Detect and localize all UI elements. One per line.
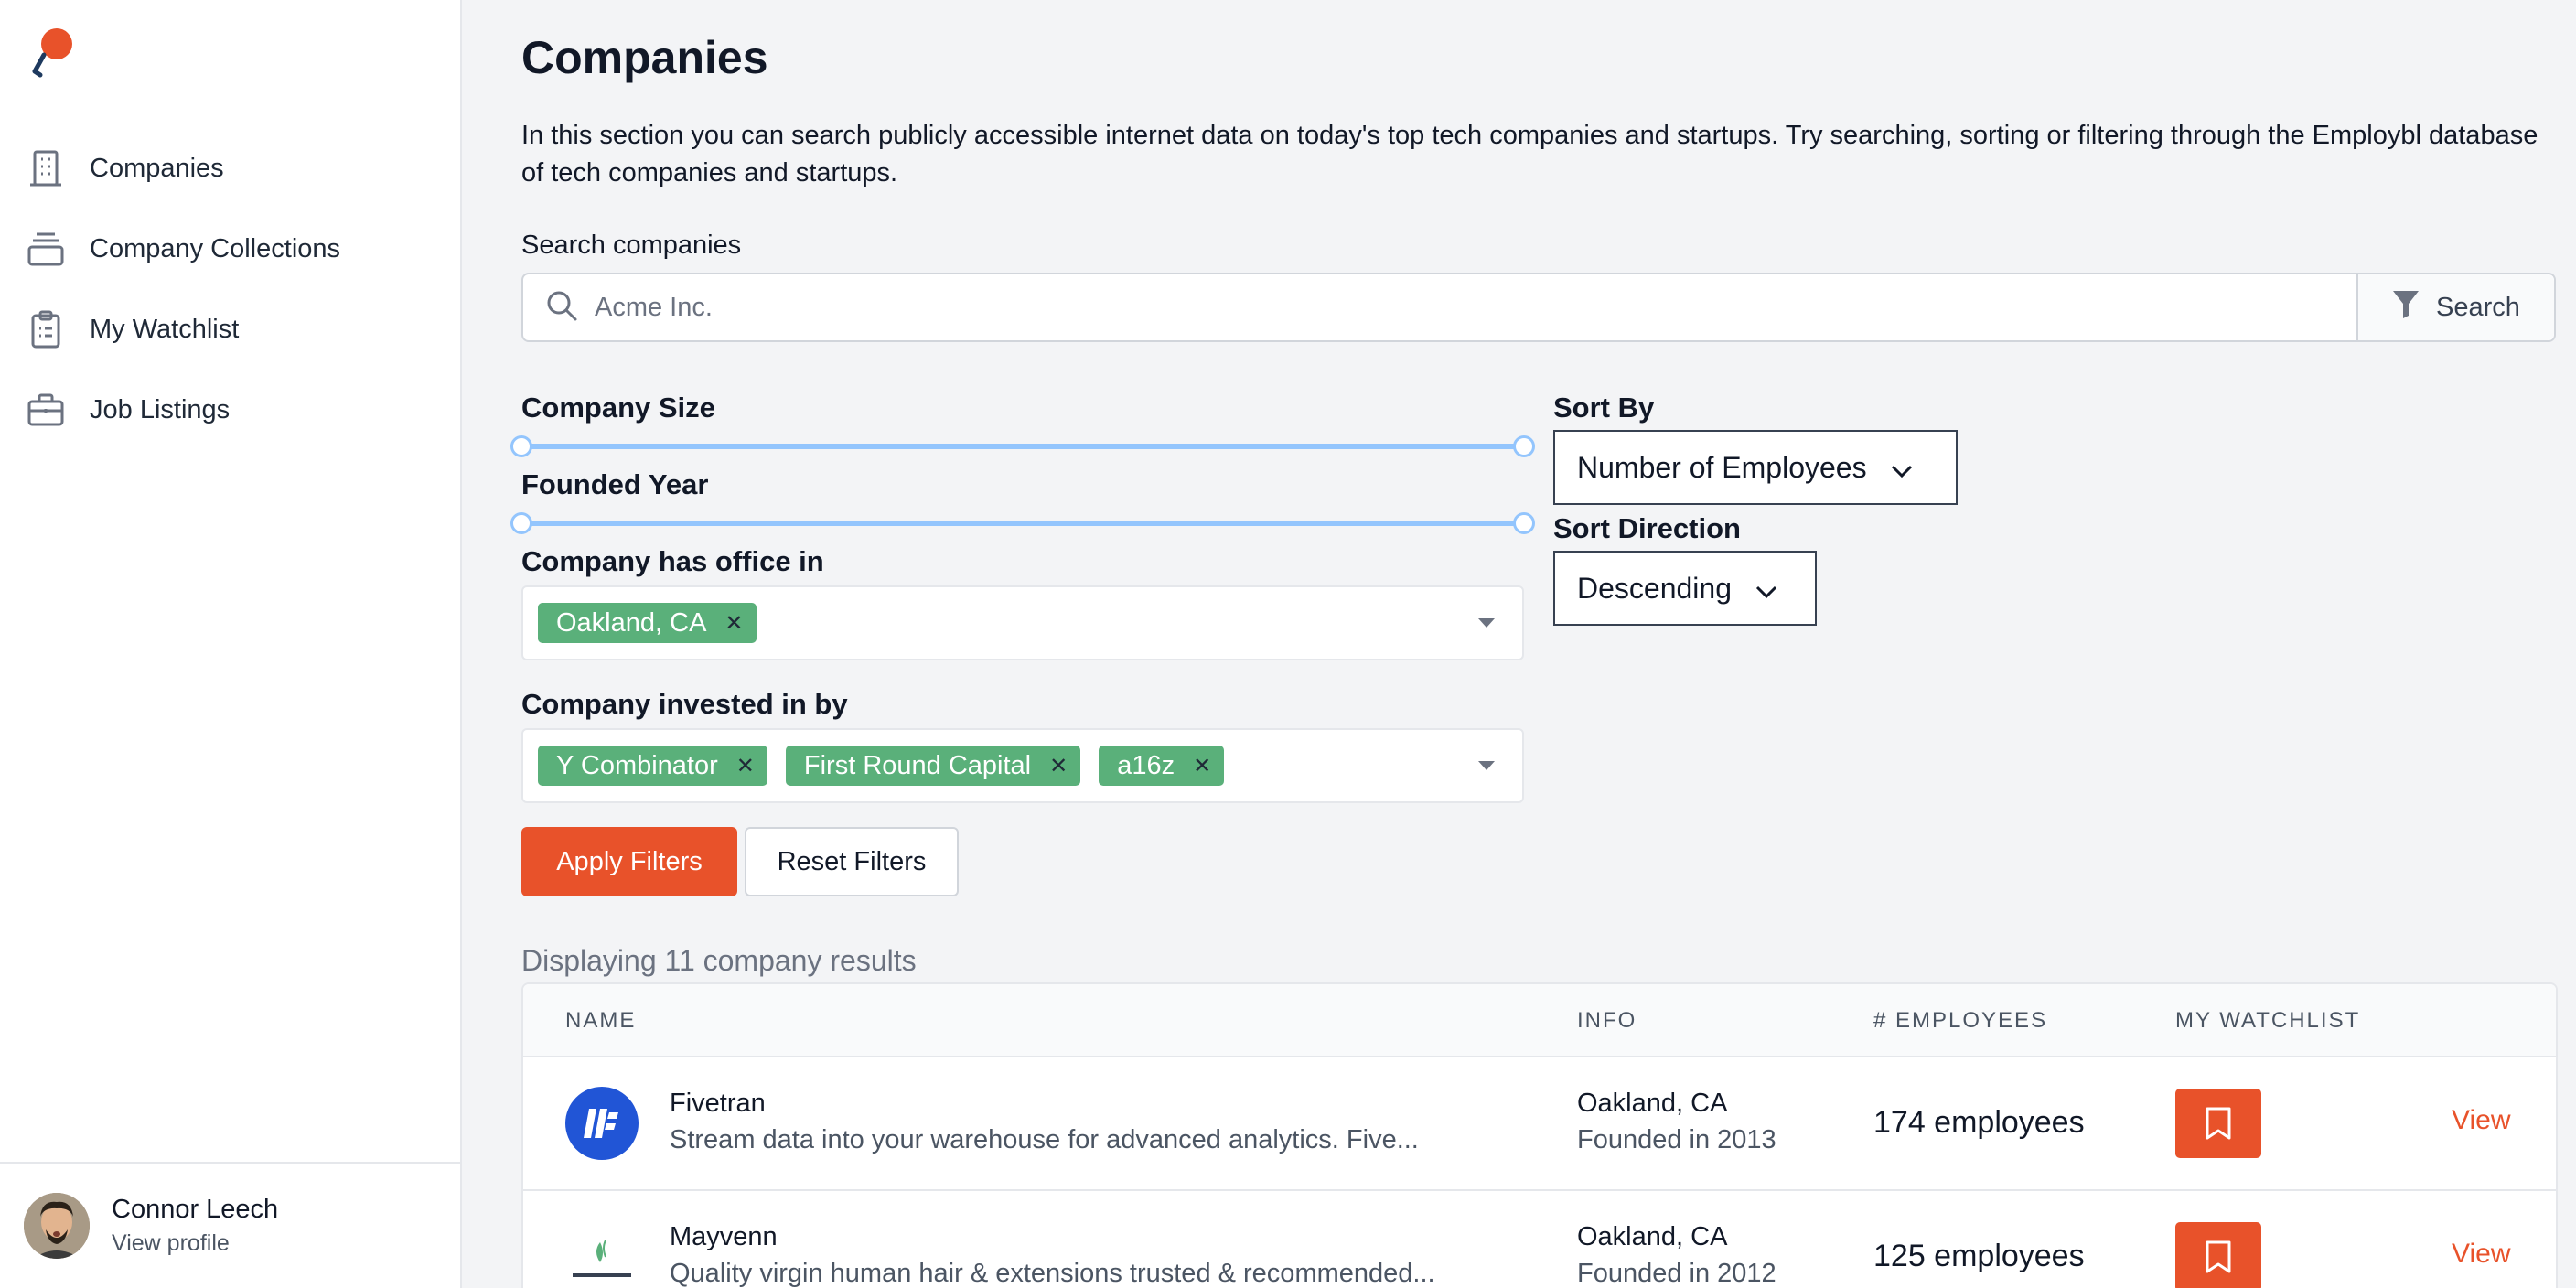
clipboard-icon: [27, 309, 64, 349]
slider-max-handle[interactable]: [1513, 435, 1535, 457]
avatar: [24, 1193, 90, 1259]
chip-label: Y Combinator: [556, 750, 718, 780]
company-location: Oakland, CA: [1577, 1089, 1728, 1118]
sort-by-value: Number of Employees: [1577, 450, 1867, 484]
employee-count: 174 employees: [1873, 1105, 2085, 1140]
sidebar-item-label: Job Listings: [90, 394, 231, 424]
bookmark-icon: [2206, 1107, 2231, 1140]
dropdown-caret-icon[interactable]: [1478, 618, 1495, 628]
sidebar-item-job-listings[interactable]: Job Listings: [0, 370, 462, 450]
sidebar-nav: Companies Company Collections My Watchli…: [0, 128, 462, 450]
add-to-watchlist-button[interactable]: [2175, 1222, 2261, 1288]
sidebar: Companies Company Collections My Watchli…: [0, 0, 462, 1288]
search-bar: Search: [521, 273, 2556, 342]
add-to-watchlist-button[interactable]: [2175, 1089, 2261, 1158]
slider-min-handle[interactable]: [510, 435, 532, 457]
investor-chip: Y Combinator ✕: [538, 746, 767, 786]
view-company-link[interactable]: View: [2452, 1239, 2510, 1270]
company-name[interactable]: Mayvenn: [670, 1222, 778, 1252]
remove-chip-icon[interactable]: ✕: [736, 753, 755, 779]
table-row: Mayvenn Quality virgin human hair & exte…: [523, 1191, 2556, 1288]
table-header: NAME INFO # EMPLOYEES MY WATCHLIST: [523, 984, 2556, 1057]
chevron-down-icon: [1755, 572, 1777, 606]
search-icon: [545, 289, 578, 327]
chip-label: First Round Capital: [803, 750, 1032, 780]
page-title: Companies: [521, 32, 768, 83]
dropdown-caret-icon[interactable]: [1478, 761, 1495, 770]
sort-direction-value: Descending: [1577, 571, 1732, 605]
apply-filters-button[interactable]: Apply Filters: [521, 827, 737, 896]
sidebar-item-label: Company Collections: [90, 233, 341, 263]
remove-chip-icon[interactable]: ✕: [724, 610, 743, 637]
building-icon: [27, 148, 64, 188]
sort-direction-select[interactable]: Descending: [1553, 551, 1817, 626]
chip-label: Oakland, CA: [556, 607, 707, 638]
slider-track: [521, 521, 1524, 526]
collection-icon: [27, 229, 64, 269]
view-company-link[interactable]: View: [2452, 1105, 2510, 1136]
search-label: Search companies: [521, 231, 742, 260]
slider-min-handle[interactable]: [510, 512, 532, 534]
bookmark-icon: [2206, 1240, 2231, 1273]
filter-icon: [2392, 289, 2420, 326]
company-name[interactable]: Fivetran: [670, 1089, 766, 1119]
intro-text: In this section you can search publicly …: [521, 121, 2538, 188]
office-chip: Oakland, CA ✕: [538, 603, 757, 643]
results-count: Displaying 11 company results: [521, 944, 917, 977]
sidebar-item-company-collections[interactable]: Company Collections: [0, 209, 462, 289]
company-logo: [565, 1220, 639, 1288]
employee-count: 125 employees: [1873, 1239, 2085, 1273]
sort-by-select[interactable]: Number of Employees: [1553, 430, 1958, 505]
company-logo: [565, 1087, 639, 1160]
investors-select[interactable]: Y Combinator ✕ First Round Capital ✕ a16…: [521, 728, 1524, 803]
office-location-label: Company has office in: [521, 545, 824, 577]
briefcase-icon: [27, 390, 64, 430]
column-header-info: INFO: [1577, 1008, 1637, 1033]
slider-max-handle[interactable]: [1513, 512, 1535, 534]
view-profile-link[interactable]: View profile: [112, 1230, 278, 1257]
chip-label: a16z: [1117, 750, 1175, 780]
search-button-label: Search: [2436, 292, 2520, 322]
investor-chip: a16z ✕: [1099, 746, 1225, 786]
investor-chip: First Round Capital ✕: [785, 746, 1081, 786]
chevron-down-icon: [1891, 451, 1913, 485]
column-header-watchlist: MY WATCHLIST: [2175, 1008, 2361, 1033]
reset-filters-button[interactable]: Reset Filters: [745, 827, 959, 896]
remove-chip-icon[interactable]: ✕: [1193, 753, 1211, 779]
column-header-employees: # EMPLOYEES: [1873, 1008, 2048, 1033]
company-founded: Founded in 2012: [1577, 1259, 1776, 1288]
table-row: Fivetran Stream data into your warehouse…: [523, 1057, 2556, 1191]
company-size-label: Company Size: [521, 392, 715, 424]
remove-chip-icon[interactable]: ✕: [1049, 753, 1068, 779]
sidebar-item-label: My Watchlist: [90, 314, 240, 344]
sort-by-label: Sort By: [1553, 392, 1655, 424]
user-profile[interactable]: Connor Leech View profile: [0, 1162, 460, 1288]
app-logo[interactable]: [27, 26, 75, 80]
slider-track: [521, 444, 1524, 449]
founded-year-slider[interactable]: [510, 512, 1535, 534]
companies-table: NAME INFO # EMPLOYEES MY WATCHLIST Fivet…: [521, 982, 2558, 1288]
office-location-select[interactable]: Oakland, CA ✕: [521, 585, 1524, 660]
search-input[interactable]: [595, 292, 2241, 323]
sidebar-item-label: Companies: [90, 153, 224, 183]
investors-label: Company invested in by: [521, 688, 848, 720]
company-founded: Founded in 2013: [1577, 1125, 1776, 1154]
profile-name: Connor Leech: [112, 1195, 279, 1224]
search-input-wrap: [523, 274, 2356, 340]
company-location: Oakland, CA: [1577, 1222, 1728, 1251]
sidebar-item-companies[interactable]: Companies: [0, 128, 462, 209]
company-description: Quality virgin human hair & extensions t…: [670, 1259, 1435, 1288]
sidebar-item-my-watchlist[interactable]: My Watchlist: [0, 289, 462, 370]
company-size-slider[interactable]: [510, 435, 1535, 457]
sort-direction-label: Sort Direction: [1553, 512, 1741, 544]
column-header-name: NAME: [565, 1008, 637, 1033]
founded-year-label: Founded Year: [521, 468, 709, 500]
company-description: Stream data into your warehouse for adva…: [670, 1125, 1419, 1154]
search-button[interactable]: Search: [2356, 274, 2554, 340]
